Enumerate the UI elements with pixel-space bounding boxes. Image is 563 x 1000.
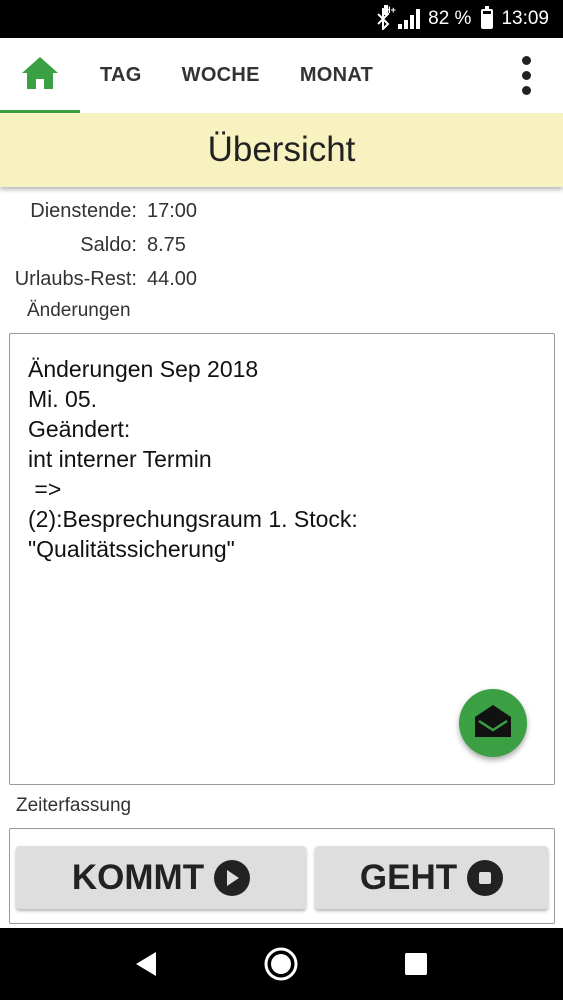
envelope-open-icon [473, 703, 513, 744]
title-banner: Übersicht [0, 113, 563, 187]
changes-label: Änderungen [27, 300, 131, 321]
mail-fab[interactable] [459, 689, 527, 757]
info-row-urlaubs-rest: Urlaubs-Rest: 44.00 [0, 262, 563, 296]
info-label: Urlaubs-Rest: [14, 267, 137, 290]
info-section: Dienstende: 17:00 Saldo: 8.75 Urlaubs-Re… [0, 194, 563, 296]
battery-percent: 82 % [428, 8, 472, 29]
status-bar: H+ 82 % 13:09 [0, 0, 563, 38]
info-value: 8.75 [147, 233, 186, 256]
info-value: 44.00 [147, 267, 198, 290]
clock: 13:09 [501, 8, 549, 29]
tab-tag[interactable]: TAG [80, 38, 162, 113]
kommt-button[interactable]: KOMMT [16, 846, 306, 909]
home-icon [20, 55, 60, 96]
tab-monat[interactable]: MONAT [280, 38, 393, 113]
stop-icon [467, 859, 504, 896]
info-row-dienstende: Dienstende: 17:00 [0, 194, 563, 228]
recents-icon[interactable] [396, 944, 436, 984]
home-circle-icon[interactable] [261, 944, 301, 984]
tab-bar: TAG WOCHE MONAT [0, 38, 563, 113]
info-label: Saldo: [80, 233, 137, 256]
info-label: Dienstende: [30, 199, 137, 222]
battery-icon [481, 6, 494, 29]
back-icon[interactable] [127, 944, 167, 984]
kommt-label: KOMMT [71, 857, 205, 897]
page-title: Übersicht [207, 130, 356, 169]
overflow-menu-icon[interactable] [501, 38, 551, 113]
play-icon [214, 859, 251, 896]
navigation-bar [0, 928, 563, 1000]
info-value: 17:00 [147, 199, 198, 222]
network-type: H+ [384, 5, 396, 15]
tab-home[interactable] [0, 38, 80, 113]
info-row-saldo: Saldo: 8.75 [0, 228, 563, 262]
tab-woche[interactable]: WOCHE [162, 38, 280, 113]
geht-button[interactable]: GEHT [315, 846, 548, 909]
signal-icon: H+ [384, 5, 421, 29]
geht-label: GEHT [359, 857, 458, 897]
time-tracking-label: Zeiterfassung [16, 795, 132, 816]
time-tracking-box: KOMMT GEHT [9, 828, 555, 924]
